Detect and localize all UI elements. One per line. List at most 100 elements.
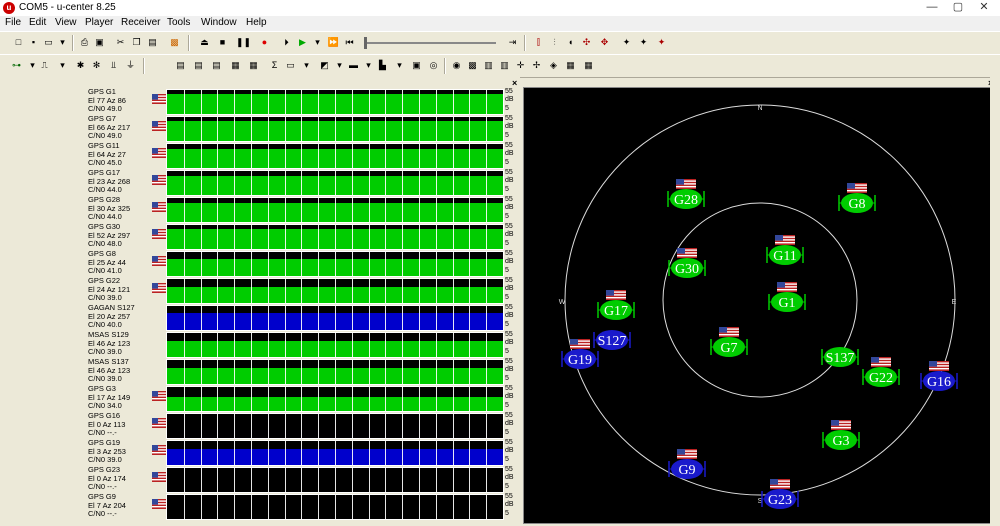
config-icon-3[interactable]: ✦ xyxy=(655,36,668,49)
sigma-icon[interactable]: Σ xyxy=(268,59,281,72)
usa-flag-icon xyxy=(152,94,166,104)
dial-icon[interactable]: ◈ xyxy=(547,59,560,72)
usa-flag-icon xyxy=(152,499,166,509)
signal-bar xyxy=(166,332,504,358)
satellite-id-label: G23 xyxy=(768,493,792,508)
receiver-icon-2[interactable]: ⫶ xyxy=(548,36,561,49)
signal-panel-close-icon[interactable]: × xyxy=(512,78,517,88)
play-dropdown-icon[interactable]: ▾ xyxy=(311,36,324,49)
usa-flag-icon xyxy=(831,420,851,430)
menu-help[interactable]: Help xyxy=(246,17,267,28)
sky-view: NSEWG28 G8G11G30G1G17S127 G7G19 S137G22 G16G… xyxy=(523,87,1000,524)
signal-bar xyxy=(166,278,504,304)
print-icon[interactable]: ⎙ xyxy=(78,36,91,49)
debug-icon[interactable]: ✱ xyxy=(74,59,87,72)
signal-bar xyxy=(166,170,504,196)
save-icon[interactable]: ▪ xyxy=(27,36,40,49)
receiver-icon-3[interactable]: ◖ xyxy=(564,36,577,49)
pause-icon[interactable]: ❚❚ xyxy=(236,36,251,49)
compass-icon[interactable]: ✛ xyxy=(514,59,527,72)
baudrate-dropdown-icon[interactable]: ▾ xyxy=(56,59,69,72)
usa-flag-icon xyxy=(777,282,797,292)
menu-window[interactable]: Window xyxy=(201,17,237,28)
record-icon[interactable]: ● xyxy=(258,36,271,49)
satellite-icon[interactable]: ✢ xyxy=(530,59,543,72)
menu-view[interactable]: View xyxy=(55,17,77,28)
satellite-id-label: G3 xyxy=(832,434,849,449)
menu-tools[interactable]: Tools xyxy=(167,17,190,28)
list-icon[interactable]: ▭ xyxy=(284,59,297,72)
print-preview-icon[interactable]: ▣ xyxy=(93,36,106,49)
db-scale: 55 dB 5 xyxy=(505,304,514,328)
histogram-icon[interactable]: ▙ xyxy=(376,59,389,72)
satellite-id-label: S127 xyxy=(598,334,627,349)
table-icon[interactable]: ▦ xyxy=(229,59,242,72)
eject-icon[interactable]: ⏏ xyxy=(198,36,211,49)
graph-icon[interactable]: ▬ xyxy=(347,59,360,72)
fast-forward-icon[interactable]: ⏩ xyxy=(327,36,340,49)
maximize-button[interactable]: ▢ xyxy=(946,0,970,16)
grid-icon-2[interactable]: ▦ xyxy=(582,59,595,72)
dropdown-icon[interactable]: ▾ xyxy=(56,36,69,49)
signal-icon[interactable]: ▥ xyxy=(482,59,495,72)
config-icon-2[interactable]: ✦ xyxy=(637,36,650,49)
baudrate-icon[interactable]: ⎍ xyxy=(38,59,51,72)
stop-icon[interactable]: ■ xyxy=(216,36,229,49)
receiver-icon-4[interactable]: ✣ xyxy=(580,36,593,49)
antenna-icon[interactable]: ⫫ xyxy=(107,59,120,72)
db-scale: 55 dB 5 xyxy=(505,88,514,112)
usa-flag-icon xyxy=(152,175,166,185)
histogram-dropdown-icon[interactable]: ▾ xyxy=(393,59,406,72)
signal-bar xyxy=(166,467,504,493)
copy-icon[interactable]: ❐ xyxy=(130,36,143,49)
close-button[interactable]: ✕ xyxy=(972,0,996,16)
play-icon[interactable]: ▶ xyxy=(296,36,309,49)
receiver-icon-1[interactable]: ⫿ xyxy=(532,36,545,49)
cut-icon[interactable]: ✂ xyxy=(114,36,127,49)
new-file-icon[interactable]: □ xyxy=(12,36,25,49)
usa-flag-icon xyxy=(606,290,626,300)
menu-player[interactable]: Player xyxy=(85,17,113,28)
usa-flag-icon xyxy=(152,148,166,158)
view-icon-3[interactable]: ▤ xyxy=(210,59,223,72)
rewind-icon[interactable]: ⏮ xyxy=(343,36,356,49)
scrollbar[interactable] xyxy=(990,76,1000,526)
signal-bar xyxy=(166,143,504,169)
view-icon-1[interactable]: ▤ xyxy=(174,59,187,72)
chart-dropdown-icon[interactable]: ▾ xyxy=(333,59,346,72)
config-icon[interactable]: ✦ xyxy=(620,36,633,49)
signal-bar xyxy=(166,494,504,520)
satellite-label: GPS G30 El 52 Az 297 C/N0 48.0 xyxy=(88,222,131,249)
connection-icon[interactable]: ⊶ xyxy=(10,59,23,72)
graph-dropdown-icon[interactable]: ▾ xyxy=(362,59,375,72)
menu-edit[interactable]: Edit xyxy=(29,17,46,28)
chart-icon[interactable]: ◩ xyxy=(318,59,331,72)
grid-icon[interactable]: ▦ xyxy=(564,59,577,72)
gnd-icon[interactable]: ⏚ xyxy=(124,59,137,72)
open-icon[interactable]: ▭ xyxy=(42,36,55,49)
menu-file[interactable]: File xyxy=(5,17,21,28)
minimize-button[interactable]: — xyxy=(920,0,944,16)
sky-view-icon[interactable]: ◉ xyxy=(450,59,463,72)
satellite-signal-row: GAGAN S127 El 20 Az 257 C/N0 40.0 55 dB 5 xyxy=(86,303,518,331)
list-dropdown-icon[interactable]: ▾ xyxy=(300,59,313,72)
tool-icon[interactable]: ▩ xyxy=(168,36,181,49)
satellite-label: GAGAN S127 El 20 Az 257 C/N0 40.0 xyxy=(88,303,135,330)
deviation-icon[interactable]: ▩ xyxy=(466,59,479,72)
menu-receiver[interactable]: Receiver xyxy=(121,17,160,28)
slider-thumb[interactable] xyxy=(364,37,367,49)
table-icon-2[interactable]: ▦ xyxy=(247,59,260,72)
bars-icon[interactable]: ▥ xyxy=(498,59,511,72)
end-icon[interactable]: ⇥ xyxy=(506,36,519,49)
satellite-label: GPS G28 El 30 Az 325 C/N0 44.0 xyxy=(88,195,131,222)
db-scale: 55 dB 5 xyxy=(505,439,514,463)
globe-icon[interactable]: ◎ xyxy=(427,59,440,72)
playback-slider[interactable] xyxy=(364,42,496,44)
map-icon[interactable]: ▣ xyxy=(410,59,423,72)
paste-icon[interactable]: ▤ xyxy=(146,36,159,49)
view-icon-2[interactable]: ▤ xyxy=(192,59,205,72)
step-icon[interactable]: ⏵ xyxy=(280,36,293,49)
satellite-id-label: G28 xyxy=(674,193,698,208)
bug-icon[interactable]: ✻ xyxy=(90,59,103,72)
receiver-icon-5[interactable]: ✥ xyxy=(598,36,611,49)
